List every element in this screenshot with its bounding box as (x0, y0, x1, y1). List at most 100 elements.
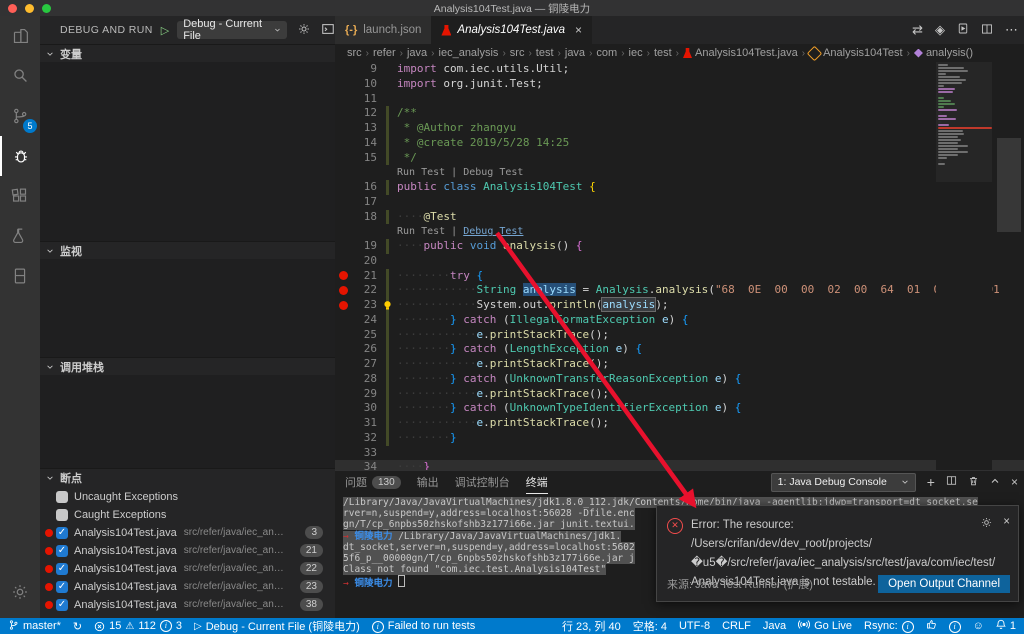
debug-console-icon[interactable] (321, 22, 335, 39)
source-control-icon[interactable]: 5 (0, 96, 40, 136)
split-editor-icon[interactable] (981, 23, 993, 38)
panel-tab[interactable]: 输出 (417, 471, 439, 493)
minimap-line (938, 97, 944, 99)
notification-gear-icon[interactable] (980, 516, 993, 532)
panel-tab[interactable]: 终端 (525, 471, 548, 494)
files-icon[interactable] (0, 16, 40, 56)
debug-config-dropdown[interactable]: Debug - Current File (177, 18, 287, 42)
status-item[interactable] (926, 619, 937, 633)
minimap-line (938, 115, 947, 117)
kill-terminal-icon[interactable] (968, 475, 979, 490)
breakpoint-path: src/refer/java/iec_analysi... (183, 527, 286, 538)
editor-tab[interactable]: Analysis104Test.java × (431, 16, 593, 44)
notification-close-icon[interactable]: × (1003, 516, 1010, 532)
breadcrumb-item[interactable]: refer (373, 47, 396, 59)
checkbox-checked[interactable]: ✓ (56, 580, 68, 593)
uncaught-exceptions-row[interactable]: Uncaught Exceptions (40, 488, 335, 505)
breadcrumb-item[interactable]: com (596, 47, 617, 59)
run-icon[interactable]: ◈ (935, 22, 945, 38)
open-output-channel-button[interactable]: Open Output Channel (878, 575, 1010, 593)
close-panel-icon[interactable]: × (1011, 475, 1018, 489)
breadcrumb-item[interactable]: src (510, 47, 525, 59)
codelens-debug-test-link[interactable]: Debug Test (463, 226, 523, 237)
breadcrumb-label: refer (373, 47, 396, 59)
checkbox-unchecked[interactable] (56, 508, 68, 521)
debug-sidebar: DEBUG AND RUN ▷ Debug - Current File 变量 … (40, 16, 335, 618)
checkbox-unchecked[interactable] (56, 490, 68, 503)
breadcrumb-item[interactable]: java (565, 47, 585, 59)
breakpoint-row[interactable]: ✓ Analysis104Test.java src/refer/java/iec_… (40, 578, 335, 595)
code-editor[interactable]: 9 import com.iec.utils.Util; 10 import org.… (335, 62, 1024, 470)
gutter-dot-space (335, 254, 351, 269)
breadcrumb-item[interactable]: iec (629, 47, 643, 59)
status-item[interactable]: ▷ Debug - Current File (铜陵电力) (194, 618, 360, 634)
caught-exceptions-row[interactable]: Caught Exceptions (40, 506, 335, 523)
token: * @Author zhangyu (397, 121, 517, 134)
breadcrumb-item[interactable]: analysis() (913, 47, 973, 59)
debug-console-selector[interactable]: 1: Java Debug Console (770, 472, 916, 492)
gear-icon[interactable] (297, 22, 311, 39)
maximize-panel-icon[interactable] (990, 475, 1000, 489)
breadcrumb-item[interactable]: Analysis104Test (806, 45, 903, 61)
section-callstack[interactable]: 调用堆栈 (40, 357, 335, 376)
notebook-icon[interactable] (0, 256, 40, 296)
breakpoint-dot[interactable] (335, 283, 351, 298)
token: e (714, 371, 722, 385)
breadcrumb-item[interactable]: Analysis104Test.java (683, 47, 798, 59)
breadcrumb-item[interactable]: java (407, 47, 427, 59)
open-changes-icon[interactable]: ⇄ (912, 22, 923, 38)
status-item[interactable]: ↻ (73, 620, 82, 633)
search-icon[interactable] (0, 56, 40, 96)
panel-tab[interactable]: 调试控制台 (455, 471, 510, 493)
status-item[interactable]: i (948, 620, 961, 633)
status-item[interactable]: UTF-8 (679, 620, 710, 632)
breadcrumb-item[interactable]: test (654, 47, 672, 59)
error-icon: ✕ (667, 518, 683, 534)
token: /** (397, 106, 417, 120)
settings-gear-icon[interactable] (0, 572, 40, 612)
checkbox-checked[interactable]: ✓ (56, 598, 68, 611)
breadcrumb-item[interactable]: test (536, 47, 554, 59)
status-item[interactable]: Java (763, 620, 786, 632)
status-item[interactable]: 空格: 4 (633, 618, 667, 634)
breakpoint-row[interactable]: ✓ Analysis104Test.java src/refer/java/iec_… (40, 560, 335, 577)
breadcrumb-separator: › (431, 47, 435, 59)
status-item[interactable]: 1 (996, 619, 1016, 633)
scrollbar-thumb[interactable] (997, 138, 1021, 232)
test-beaker-icon[interactable] (0, 216, 40, 256)
chevron-down-icon (47, 476, 53, 480)
status-item[interactable]: Rsync: i (864, 620, 914, 633)
status-item[interactable]: Go Live (798, 619, 852, 633)
minimap[interactable] (936, 62, 992, 470)
section-watch[interactable]: 监视 (40, 241, 335, 260)
breakpoint-row[interactable]: ✓ Analysis104Test.java src/refer/java/iec_… (40, 596, 335, 613)
status-item[interactable]: 行 23, 列 40 (562, 618, 621, 634)
checkbox-checked[interactable]: ✓ (56, 526, 68, 539)
diagnostics-status[interactable]: 15 ⚠ 112 i 3 (94, 620, 182, 632)
section-variables[interactable]: 变量 (40, 44, 335, 63)
breadcrumb-item[interactable]: iec_analysis (439, 47, 499, 59)
close-icon[interactable]: × (575, 23, 582, 37)
checkbox-checked[interactable]: ✓ (56, 562, 68, 575)
panel-tab[interactable]: 问题 130 (345, 471, 401, 493)
checkbox-checked[interactable]: ✓ (56, 544, 68, 557)
split-terminal-icon[interactable] (946, 475, 957, 489)
status-item[interactable]: ☺ (973, 620, 984, 632)
status-item[interactable]: master* (8, 619, 61, 634)
section-breakpoints[interactable]: 断点 (40, 468, 335, 487)
breakpoint-row[interactable]: ✓ Analysis104Test.java src/refer/java/iec_… (40, 524, 335, 541)
run-test-file-icon[interactable] (957, 22, 969, 38)
start-debug-icon[interactable]: ▷ (161, 24, 169, 37)
editor-tab[interactable]: {-} launch.json (335, 16, 432, 44)
breadcrumb-item[interactable]: src (347, 47, 362, 59)
more-actions-icon[interactable]: ⋯ (1005, 22, 1018, 38)
breakpoint-dot[interactable] (335, 269, 351, 284)
debug-icon[interactable] (0, 136, 40, 176)
minimap-line (938, 106, 944, 108)
breakpoint-dot[interactable] (335, 298, 351, 313)
new-terminal-icon[interactable]: + (927, 474, 935, 490)
status-item[interactable]: i Failed to run tests (371, 620, 475, 633)
extensions-icon[interactable] (0, 176, 40, 216)
status-item[interactable]: CRLF (722, 620, 751, 632)
breakpoint-row[interactable]: ✓ Analysis104Test.java src/refer/java/iec_… (40, 542, 335, 559)
